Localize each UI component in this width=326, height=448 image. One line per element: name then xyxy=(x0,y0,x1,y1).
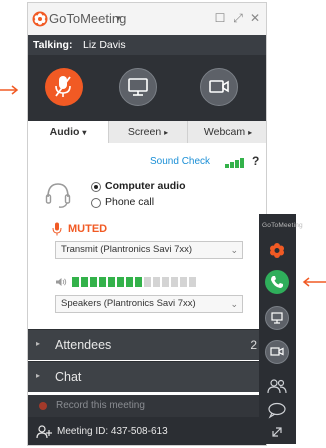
meeting-info-bar: Meeting ID: 437-508-613 xyxy=(28,417,266,445)
tab-webcam[interactable]: Webcam ▸ xyxy=(188,121,266,143)
attendees-count: 2 xyxy=(250,338,257,352)
speakers-device-value: Speakers (Plantronics Savi 7xx) xyxy=(61,298,196,309)
signal-bars-icon xyxy=(225,158,245,168)
compact-view-icon[interactable]: ⤢ xyxy=(231,11,245,25)
callout-arrow-left xyxy=(0,85,19,95)
gotomeeting-logo-icon[interactable] xyxy=(265,238,289,262)
speaker-level-meter xyxy=(72,277,202,287)
transmit-device-select[interactable]: Transmit (Plantronics Savi 7xx) ⌄ xyxy=(55,241,243,259)
tab-audio[interactable]: Audio ▾ xyxy=(28,121,109,143)
gotomeeting-logo-icon xyxy=(32,11,48,27)
tab-audio-label: Audio xyxy=(49,126,80,138)
microphone-muted-small-icon xyxy=(52,222,62,236)
restore-window-icon[interactable]: ☐ xyxy=(213,11,227,25)
add-attendee-icon[interactable] xyxy=(36,424,52,440)
computer-audio-label[interactable]: Computer audio xyxy=(105,180,186,192)
webcam-icon xyxy=(270,347,284,356)
tab-screen[interactable]: Screen ▸ xyxy=(109,121,188,143)
tab-webcam-caret-icon: ▸ xyxy=(248,128,253,137)
attendees-section[interactable]: ▸ Attendees 2 xyxy=(28,329,266,360)
screen-icon xyxy=(271,312,283,324)
side-screen-button[interactable] xyxy=(265,306,289,330)
title-bar: GoToMeeting ▾ ☐ ⤢ ✕ xyxy=(28,3,266,36)
talking-name: Liz Davis xyxy=(83,39,126,51)
expand-icon[interactable] xyxy=(265,420,289,444)
audio-panel: Sound Check ? Computer audio Phone call … xyxy=(28,143,266,328)
level-segment xyxy=(108,277,115,287)
phone-call-label[interactable]: Phone call xyxy=(105,196,154,208)
chat-icon[interactable] xyxy=(265,398,289,422)
screen-icon xyxy=(128,78,148,96)
level-segment xyxy=(144,277,151,287)
level-segment xyxy=(189,277,196,287)
close-icon[interactable]: ✕ xyxy=(248,11,262,25)
talking-label: Talking: xyxy=(33,39,73,51)
microphone-muted-icon xyxy=(55,76,71,97)
computer-audio-radio[interactable] xyxy=(91,182,101,192)
phone-call-radio[interactable] xyxy=(91,198,101,208)
control-bar xyxy=(28,55,266,121)
record-label: Record this meeting xyxy=(56,400,145,411)
tab-screen-label: Screen xyxy=(127,126,162,138)
expand-arrow-icon: ▸ xyxy=(36,371,41,380)
level-segment xyxy=(162,277,169,287)
compact-toolbar: GoToMeeting xyxy=(259,214,303,444)
level-segment xyxy=(126,277,133,287)
speakers-device-select[interactable]: Speakers (Plantronics Savi 7xx) ⌄ xyxy=(55,295,243,313)
webcam-icon xyxy=(209,80,229,93)
record-meeting-button[interactable]: Record this meeting xyxy=(28,395,266,417)
screen-share-button[interactable] xyxy=(119,68,157,106)
muted-status: MUTED xyxy=(68,223,108,235)
level-segment xyxy=(90,277,97,287)
talking-indicator: Talking: Liz Davis xyxy=(28,35,266,55)
webcam-button[interactable] xyxy=(200,68,238,106)
mute-microphone-button[interactable] xyxy=(45,68,83,106)
chevron-down-icon: ⌄ xyxy=(230,299,238,309)
help-button[interactable]: ? xyxy=(252,154,259,168)
expand-arrow-icon: ▸ xyxy=(36,339,41,348)
sidebar-brand: GoToMeeting xyxy=(262,222,303,229)
chat-label: Chat xyxy=(55,370,82,384)
attendees-icon[interactable] xyxy=(265,374,289,398)
level-segment xyxy=(81,277,88,287)
attendees-label: Attendees xyxy=(55,338,112,352)
chevron-down-icon: ⌄ xyxy=(230,245,238,255)
gotomeeting-window: GoToMeeting ▾ ☐ ⤢ ✕ Talking: Liz Davis A… xyxy=(27,2,267,446)
record-icon xyxy=(39,402,47,410)
callout-arrow-right xyxy=(302,277,326,287)
sound-check-link[interactable]: Sound Check xyxy=(150,156,210,167)
side-webcam-button[interactable] xyxy=(265,340,289,364)
level-segment xyxy=(72,277,79,287)
tab-webcam-label: Webcam xyxy=(203,126,246,138)
transmit-device-value: Transmit (Plantronics Savi 7xx) xyxy=(61,244,193,255)
meeting-id: Meeting ID: 437-508-613 xyxy=(57,426,168,437)
speaker-icon xyxy=(56,278,67,286)
phone-button[interactable] xyxy=(265,270,289,294)
tab-screen-caret-icon: ▸ xyxy=(164,128,169,137)
level-segment xyxy=(117,277,124,287)
headset-icon xyxy=(45,183,71,208)
tab-bar: Audio ▾ Screen ▸ Webcam ▸ xyxy=(28,121,266,144)
level-segment xyxy=(180,277,187,287)
phone-icon xyxy=(271,276,283,288)
app-name[interactable]: GoToMeeting xyxy=(49,11,126,26)
level-segment xyxy=(99,277,106,287)
app-menu-caret-icon[interactable]: ▾ xyxy=(116,13,121,24)
level-segment xyxy=(135,277,142,287)
tab-audio-caret-icon: ▾ xyxy=(82,128,87,137)
level-segment xyxy=(171,277,178,287)
chat-section[interactable]: ▸ Chat xyxy=(28,361,266,392)
level-segment xyxy=(153,277,160,287)
